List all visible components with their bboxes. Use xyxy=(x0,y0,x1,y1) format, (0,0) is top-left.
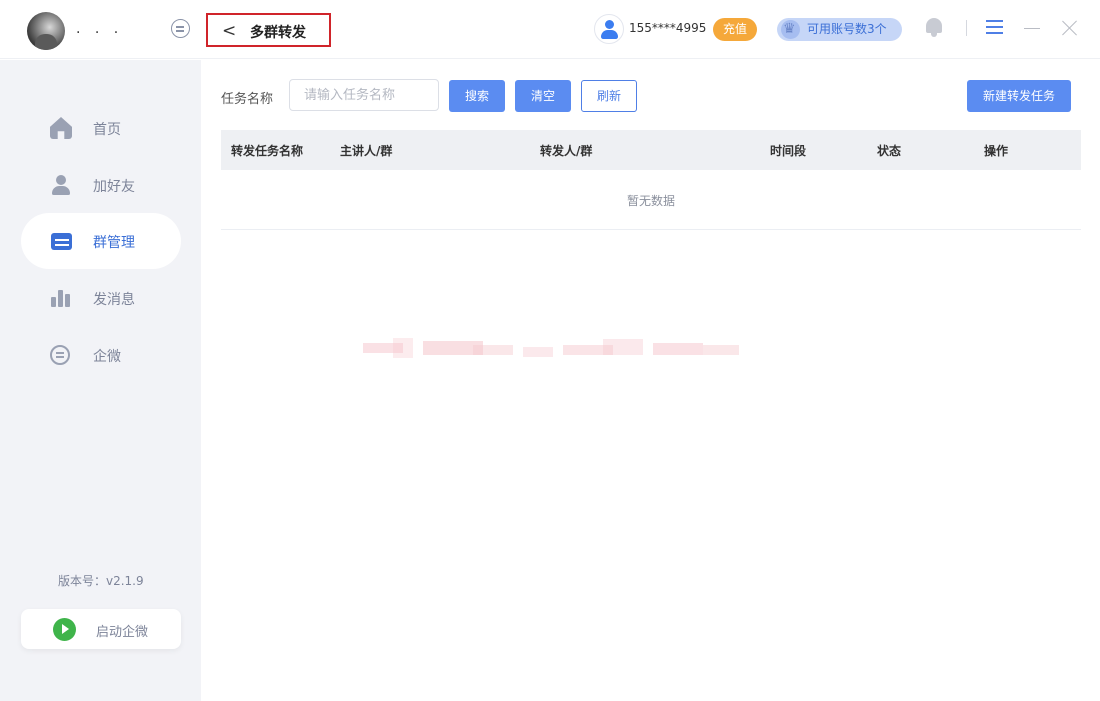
sidebar-item-wecom[interactable]: 企微 xyxy=(21,327,181,383)
empty-state-text: 暂无数据 xyxy=(626,194,675,208)
crown-icon xyxy=(781,18,800,41)
sidebar-item-label: 企微 xyxy=(93,349,121,365)
menu-icon[interactable] xyxy=(986,20,1003,35)
table-header: 转发任务名称 主讲人/群 转发人/群 时间段 状态 操作 xyxy=(221,130,1081,170)
main-content: 任务名称 搜索 清空 刷新 新建转发任务 转发任务名称 主讲人/群 转发人/群 … xyxy=(201,60,1100,701)
sidebar-item-label: 群管理 xyxy=(93,235,135,251)
user-icon xyxy=(50,174,72,196)
sidebar-item-label: 发消息 xyxy=(93,292,135,308)
message-icon xyxy=(50,287,72,309)
new-forward-task-button[interactable]: 新建转发任务 xyxy=(967,80,1071,112)
collapse-sidebar-icon[interactable] xyxy=(171,19,190,38)
page-title: 多群转发 xyxy=(250,25,306,41)
task-name-input[interactable] xyxy=(289,79,439,111)
minimize-icon[interactable] xyxy=(1024,28,1040,29)
task-table: 转发任务名称 主讲人/群 转发人/群 时间段 状态 操作 暂无数据 xyxy=(221,130,1081,230)
column-header: 转发任务名称 xyxy=(231,144,304,158)
home-icon xyxy=(50,117,72,139)
group-icon xyxy=(51,233,72,250)
account-icon[interactable] xyxy=(594,14,624,44)
refresh-button[interactable]: 刷新 xyxy=(581,80,637,112)
empty-row: 暂无数据 xyxy=(221,170,1081,230)
chevron-left-icon[interactable]: < xyxy=(222,21,236,41)
task-name-label: 任务名称 xyxy=(221,92,274,107)
sidebar-item-home[interactable]: 首页 xyxy=(21,100,181,156)
recharge-button[interactable]: 充值 xyxy=(713,18,757,41)
back-navigation[interactable]: < 多群转发 xyxy=(206,13,331,47)
user-name: . . . xyxy=(76,21,124,37)
avatar[interactable] xyxy=(27,12,65,50)
available-accounts-label: 可用账号数3个 xyxy=(807,22,887,36)
play-icon xyxy=(53,618,76,641)
app-window: . . . < 多群转发 155****4995 充值 可用账号数3个 首页 xyxy=(0,0,1100,701)
sidebar-item-label: 首页 xyxy=(93,122,121,138)
available-accounts-badge[interactable]: 可用账号数3个 xyxy=(777,18,902,41)
bell-icon[interactable] xyxy=(924,16,944,38)
account-phone: 155****4995 xyxy=(629,21,707,35)
start-wecom-label: 启动企微 xyxy=(96,625,149,640)
column-header: 主讲人/群 xyxy=(340,144,393,158)
title-bar: . . . < 多群转发 155****4995 充值 可用账号数3个 xyxy=(0,0,1100,59)
column-header: 转发人/群 xyxy=(540,144,593,158)
version-label: 版本号：v2.1.9 xyxy=(58,574,144,588)
column-header: 状态 xyxy=(877,144,902,158)
column-header: 时间段 xyxy=(770,144,807,158)
sidebar-item-label: 加好友 xyxy=(93,179,135,195)
wecom-icon xyxy=(50,345,70,365)
close-icon[interactable] xyxy=(1062,20,1078,36)
sidebar-item-group-management[interactable]: 群管理 xyxy=(21,213,181,269)
column-header: 操作 xyxy=(984,144,1009,158)
sidebar-item-send-message[interactable]: 发消息 xyxy=(21,270,181,326)
search-button[interactable]: 搜索 xyxy=(449,80,505,112)
pixelated-watermark xyxy=(363,335,739,365)
clear-button[interactable]: 清空 xyxy=(515,80,571,112)
sidebar: 首页 加好友 群管理 发消息 企微 版本号：v2.1.9 启动企微 xyxy=(0,60,201,701)
divider xyxy=(966,20,967,36)
start-wecom-button[interactable]: 启动企微 xyxy=(21,609,181,649)
sidebar-item-add-friend[interactable]: 加好友 xyxy=(21,157,181,213)
